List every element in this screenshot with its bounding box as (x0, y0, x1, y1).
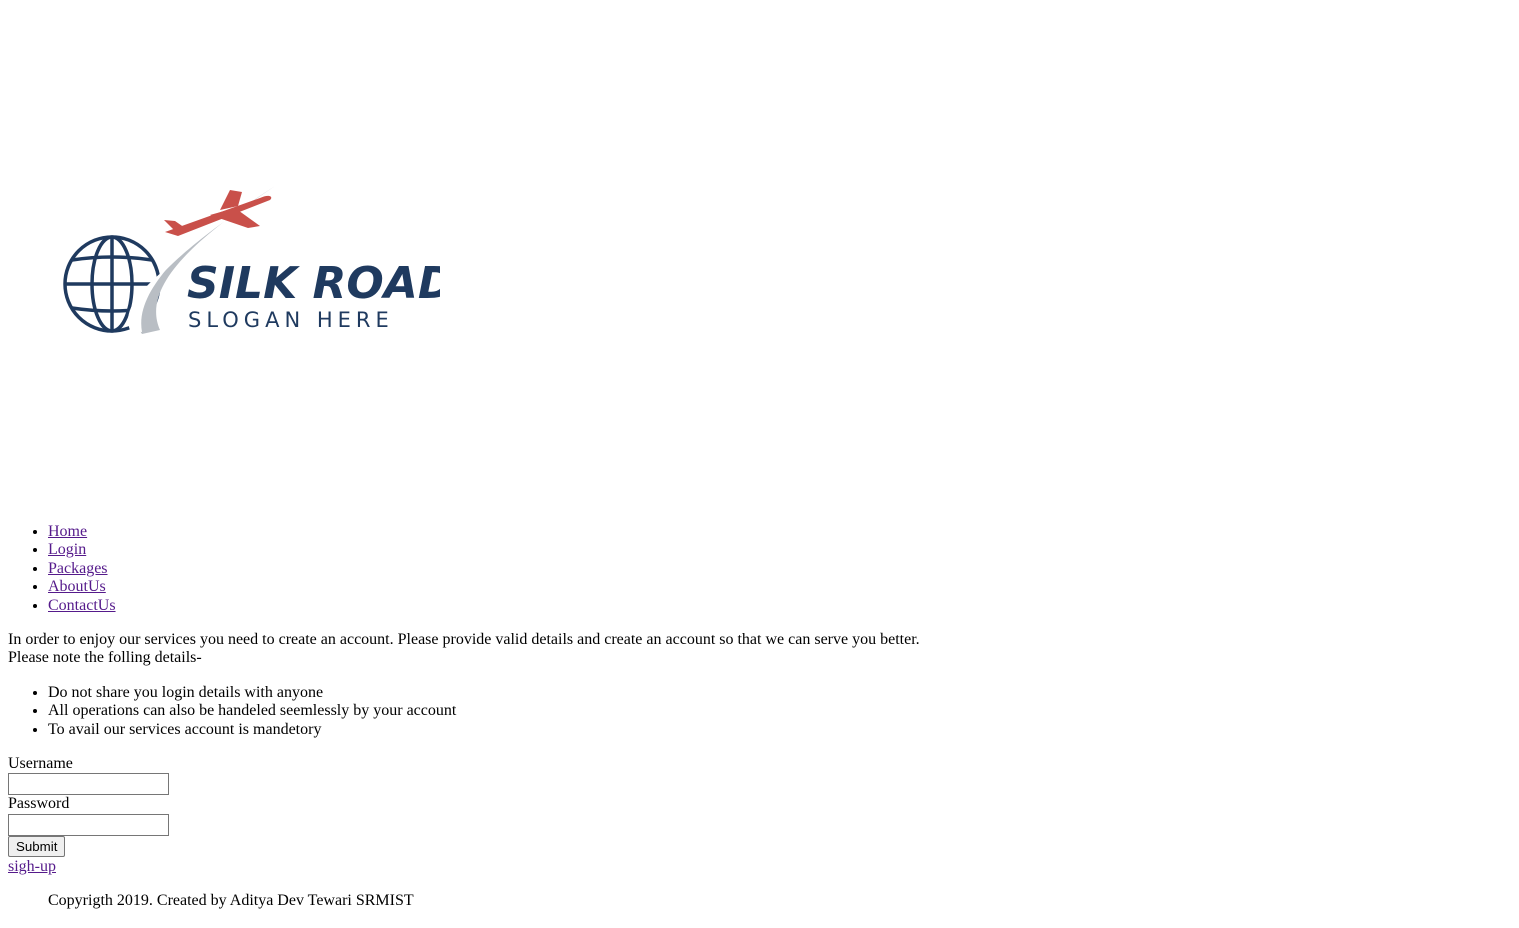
intro-line-1: In order to enjoy our services you need … (8, 631, 920, 648)
main-nav: Home Login Packages AboutUs ContactUs (8, 523, 116, 615)
login-form: Username Password Submit (8, 755, 408, 857)
username-input[interactable] (8, 773, 169, 796)
nav-item-contactus: ContactUs (48, 597, 116, 615)
submit-button[interactable]: Submit (8, 835, 66, 857)
password-label: Password (8, 795, 70, 813)
list-item: All operations can also be handeled seem… (48, 702, 456, 720)
globe-airplane-icon: SILK ROAD SLOGAN HERE (63, 186, 440, 334)
nav-item-packages: Packages (48, 560, 116, 578)
nav-link-contactus[interactable]: ContactUs (48, 597, 116, 614)
site-logo[interactable]: SILK ROAD SLOGAN HERE (60, 180, 440, 340)
username-label: Username (8, 755, 73, 772)
logo-brand-text: SILK ROAD (187, 258, 440, 309)
password-input[interactable] (8, 813, 169, 836)
intro-text: In order to enjoy our services you need … (8, 631, 1208, 668)
nav-link-packages[interactable]: Packages (48, 560, 108, 577)
notes-list: Do not share you login details with anyo… (8, 684, 456, 739)
list-item: To avail our services account is mandeto… (48, 721, 456, 739)
nav-item-aboutus: AboutUs (48, 578, 116, 596)
intro-line-2: Please note the folling details- (8, 649, 202, 667)
nav-link-home[interactable]: Home (48, 523, 87, 540)
list-item: Do not share you login details with anyo… (48, 684, 456, 702)
nav-item-login: Login (48, 541, 116, 559)
logo-slogan-text: SLOGAN HERE (188, 308, 394, 332)
page: SILK ROAD SLOGAN HERE Home Login Package… (0, 0, 1519, 928)
signup-link[interactable]: sigh-up (8, 858, 56, 876)
nav-link-login[interactable]: Login (48, 541, 86, 558)
nav-link-aboutus[interactable]: AboutUs (48, 578, 106, 595)
footer-copyright: Copyrigth 2019. Created by Aditya Dev Te… (48, 892, 414, 909)
nav-item-home: Home (48, 523, 116, 541)
